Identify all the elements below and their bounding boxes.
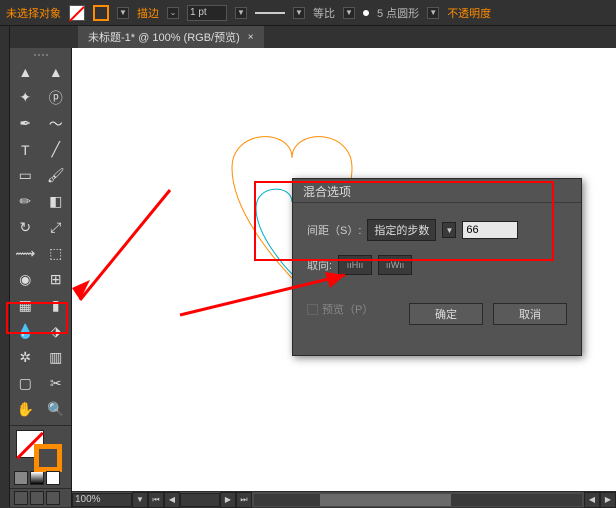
- eyedropper-tool[interactable]: 💧: [10, 319, 41, 345]
- nav-prev-icon[interactable]: ◀: [164, 492, 180, 508]
- stroke-profile-preview[interactable]: [255, 12, 285, 14]
- draw-mode-normal[interactable]: [14, 491, 28, 505]
- scroll-left-icon[interactable]: ◀: [584, 492, 600, 508]
- panel-dock-left: [0, 26, 10, 507]
- hand-tool[interactable]: ✋: [10, 397, 41, 423]
- document-tab[interactable]: 未标题-1* @ 100% (RGB/预览) ×: [78, 26, 264, 48]
- zoom-tool[interactable]: 🔍: [41, 397, 72, 423]
- stroke-label: 描边: [137, 5, 159, 21]
- proportion-label: 等比: [313, 5, 335, 21]
- screen-mode-row: [10, 491, 71, 507]
- color-mode-gradient[interactable]: [30, 471, 44, 485]
- scroll-right-icon[interactable]: ▶: [600, 492, 616, 508]
- free-transform-tool[interactable]: ⬚: [41, 241, 72, 267]
- rectangle-tool[interactable]: ▭: [10, 163, 41, 189]
- blend-tool[interactable]: ⬗: [41, 319, 72, 345]
- draw-mode-inside[interactable]: [46, 491, 60, 505]
- shape-builder-tool[interactable]: ◉: [10, 267, 41, 293]
- orientation-row: 取向: ııHıı ııWıı: [307, 255, 567, 275]
- draw-mode-behind[interactable]: [30, 491, 44, 505]
- fill-swatch-none[interactable]: [69, 5, 85, 21]
- preview-label: 预览（P）: [322, 301, 373, 317]
- scrollbar-thumb[interactable]: [320, 494, 451, 506]
- mesh-tool[interactable]: ▦: [10, 293, 41, 319]
- zoom-select[interactable]: 100%: [72, 493, 132, 507]
- cancel-button[interactable]: 取消: [493, 303, 567, 325]
- perspective-tool[interactable]: ⊞: [41, 267, 72, 293]
- lasso-tool[interactable]: ⓟ: [41, 85, 72, 111]
- pen-tool[interactable]: ✒: [10, 111, 41, 137]
- zoom-dropdown-icon[interactable]: ▼: [132, 492, 148, 508]
- symbol-sprayer-tool[interactable]: ✲: [10, 345, 41, 371]
- stroke-profile-dropdown-icon[interactable]: ▼: [293, 7, 305, 19]
- dialog-title: 混合选项: [293, 179, 581, 203]
- nav-next-icon[interactable]: ▶: [220, 492, 236, 508]
- spacing-mode-value: 指定的步数: [374, 222, 429, 238]
- stroke-swatch[interactable]: [93, 5, 109, 21]
- checkbox-box-icon: [307, 304, 318, 315]
- options-bar: 未选择对象 ▼ 描边 ⌄ ▼ ▼ 等比 ▼ 5 点圆形 ▼ 不透明度: [0, 0, 616, 26]
- spacing-label: 间距（S）:: [307, 222, 361, 238]
- magic-wand-tool[interactable]: ✦: [10, 85, 41, 111]
- brush-value: 5 点圆形: [377, 5, 419, 21]
- stroke-weight-input[interactable]: [187, 5, 227, 21]
- color-mode-row: [10, 471, 71, 487]
- artboard-nav-select[interactable]: [180, 493, 220, 507]
- toolbox: ▲ ▲ ✦ ⓟ ✒ 〜 T ╱ ▭ 🖌 ✏ ◧ ↻ ⤢ ⟿ ⬚ ◉ ⊞ ▦ ▮ …: [10, 48, 72, 507]
- column-graph-tool[interactable]: ▥: [41, 345, 72, 371]
- color-mode-none[interactable]: [46, 471, 60, 485]
- color-mode-solid[interactable]: [14, 471, 28, 485]
- scale-tool[interactable]: ⤢: [41, 215, 72, 241]
- spacing-mode-select[interactable]: 指定的步数: [367, 219, 436, 241]
- document-tabbar: 未标题-1* @ 100% (RGB/预览) ×: [0, 26, 616, 48]
- horizontal-scrollbar: 100% ▼ ⏮ ◀ ▶ ⏭ ◀ ▶: [72, 491, 616, 507]
- eraser-tool[interactable]: ◧: [41, 189, 72, 215]
- toolbox-separator-2: [10, 488, 71, 489]
- paintbrush-tool[interactable]: 🖌: [41, 163, 72, 189]
- preview-checkbox[interactable]: 预览（P）: [307, 301, 373, 317]
- brush-dot-icon: [363, 10, 369, 16]
- stroke-swatch-big[interactable]: [34, 444, 62, 472]
- scrollbar-track[interactable]: [254, 494, 582, 506]
- nav-first-icon[interactable]: ⏮: [148, 492, 164, 508]
- tab-title: 未标题-1* @ 100% (RGB/预览): [88, 29, 240, 45]
- blend-options-dialog: 混合选项 间距（S）: 指定的步数 ▼ 取向: ııHıı ııWıı 预览（P…: [292, 178, 582, 356]
- nav-last-icon[interactable]: ⏭: [236, 492, 252, 508]
- toolbox-grip[interactable]: [10, 52, 71, 59]
- gradient-tool[interactable]: ▮: [41, 293, 72, 319]
- slice-tool[interactable]: ✂: [41, 371, 72, 397]
- line-tool[interactable]: ╱: [41, 137, 72, 163]
- orientation-align-page[interactable]: ııHıı: [338, 255, 372, 275]
- orientation-align-path[interactable]: ııWıı: [378, 255, 412, 275]
- spacing-mode-dropdown-icon[interactable]: ▼: [442, 222, 456, 238]
- direct-selection-tool[interactable]: ▲: [41, 59, 72, 85]
- type-tool[interactable]: T: [10, 137, 41, 163]
- curvature-tool[interactable]: 〜: [41, 111, 72, 137]
- spacing-row: 间距（S）: 指定的步数 ▼: [307, 219, 567, 241]
- proportion-dropdown-icon[interactable]: ▼: [343, 7, 355, 19]
- width-tool[interactable]: ⟿: [10, 241, 41, 267]
- spacing-value-input[interactable]: [462, 221, 518, 239]
- toolbox-separator: [10, 425, 71, 426]
- brush-dropdown-icon[interactable]: ▼: [427, 7, 439, 19]
- rotate-tool[interactable]: ↻: [10, 215, 41, 241]
- swatch-dropdown-icon[interactable]: ▼: [117, 7, 129, 19]
- fill-stroke-swatches[interactable]: [10, 428, 71, 471]
- pencil-tool[interactable]: ✏: [10, 189, 41, 215]
- orientation-label: 取向:: [307, 257, 332, 273]
- opacity-label: 不透明度: [447, 5, 491, 21]
- ok-button[interactable]: 确定: [409, 303, 483, 325]
- artboard-tool[interactable]: ▢: [10, 371, 41, 397]
- selection-status: 未选择对象: [6, 5, 61, 21]
- tab-close-icon[interactable]: ×: [248, 32, 254, 43]
- selection-tool[interactable]: ▲: [10, 59, 41, 85]
- stroke-weight-dropdown-icon[interactable]: ▼: [235, 7, 247, 19]
- stroke-link-icon[interactable]: ⌄: [167, 7, 179, 19]
